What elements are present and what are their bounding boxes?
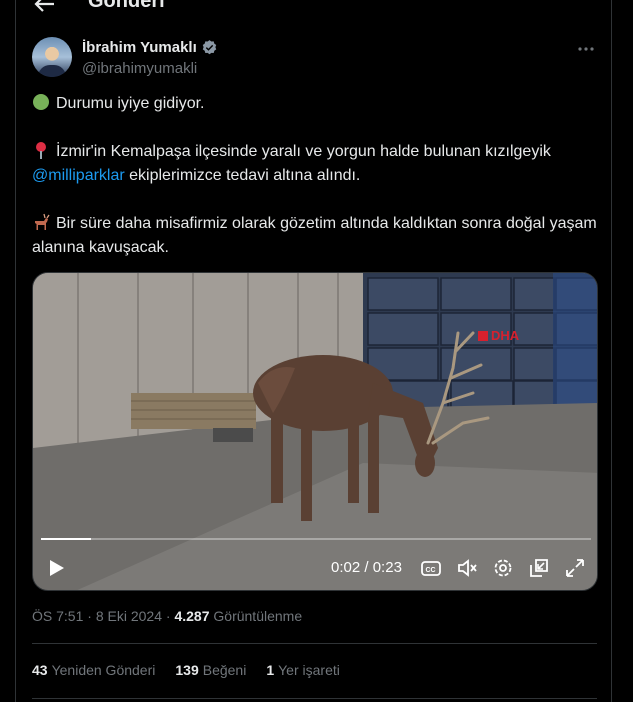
green-circle-icon xyxy=(33,94,49,110)
engagement-stats: 43 Yeniden Gönderi 139 Beğeni 1 Yer işareti xyxy=(32,662,340,678)
post-time[interactable]: ÖS 7:51 xyxy=(32,608,83,624)
more-horizontal-icon[interactable] xyxy=(577,40,595,58)
watermark-text: DHA xyxy=(491,328,520,343)
post-date[interactable]: 8 Eki 2024 xyxy=(96,608,162,624)
play-icon[interactable] xyxy=(45,557,67,579)
video-frame[interactable]: DHA xyxy=(33,273,598,591)
post-meta: ÖS 7:51 · 8 Eki 2024 · 4.287 Görüntülenm… xyxy=(32,608,303,624)
deer-icon xyxy=(35,213,50,230)
author-name-row: İbrahim Yumaklı xyxy=(82,39,218,56)
fullscreen-icon[interactable] xyxy=(564,557,586,579)
reposts-stat[interactable]: 43 Yeniden Gönderi xyxy=(32,662,155,678)
post-column: Gönderi İbrahim Yumaklı @ibrahimyumakli … xyxy=(15,0,612,702)
tweet-line-1: Durumu iyiye gidiyor. xyxy=(32,92,597,116)
bookmarks-stat[interactable]: 1 Yer işareti xyxy=(266,662,340,678)
video-progress-bar[interactable] xyxy=(41,538,591,540)
page-title: Gönderi xyxy=(88,0,165,12)
video-controls: 0:02 / 0:23 CC xyxy=(33,549,597,589)
avatar[interactable] xyxy=(32,37,72,77)
video-time: 0:02 / 0:23 xyxy=(331,559,402,576)
settings-icon[interactable] xyxy=(492,557,514,579)
svg-text:CC: CC xyxy=(426,567,436,574)
divider xyxy=(32,643,597,644)
views-count: 4.287 xyxy=(174,608,210,624)
round-pushpin-icon xyxy=(36,142,46,159)
tweet-paragraph-2: İzmir'in Kemalpaşa ilçesinde yaralı ve y… xyxy=(32,142,551,184)
pop-out-icon[interactable] xyxy=(528,557,550,579)
mention-link[interactable]: @milliparklar xyxy=(32,167,125,184)
tweet-text: Durumu iyiye gidiyor. İzmir'in Kemalpaşa… xyxy=(32,92,597,260)
page-header: Gönderi xyxy=(16,0,611,16)
captions-icon[interactable]: CC xyxy=(420,557,442,579)
likes-stat[interactable]: 139 Beğeni xyxy=(175,662,246,678)
mute-icon[interactable] xyxy=(456,557,478,579)
author-handle[interactable]: @ibrahimyumakli xyxy=(82,60,197,77)
arrow-left-icon[interactable] xyxy=(32,0,56,14)
author-name[interactable]: İbrahim Yumaklı xyxy=(82,39,197,56)
video-progress-fill xyxy=(41,538,91,540)
video-player[interactable]: DHA 0:02 / 0:23 CC xyxy=(32,272,598,591)
tweet-paragraph-3: Bir süre daha misafirmiz olarak gözetim … xyxy=(32,213,597,256)
verified-badge-icon[interactable] xyxy=(201,39,218,56)
divider xyxy=(32,698,597,699)
views-label: Görüntülenme xyxy=(213,608,303,624)
